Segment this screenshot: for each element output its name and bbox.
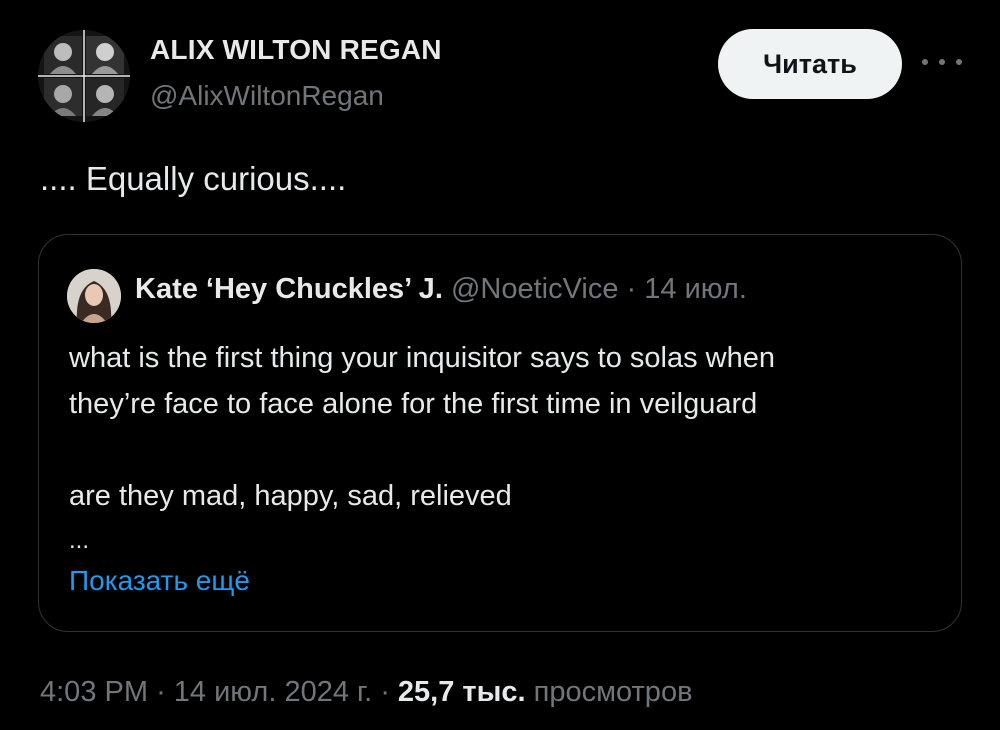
- avatar-image: [38, 30, 130, 122]
- quoted-body-line: what is the first thing your inquisitor …: [69, 342, 775, 374]
- quoted-separator: ·: [626, 273, 637, 305]
- quoted-body-line: are they mad, happy, sad, relieved: [69, 480, 512, 512]
- tweet-metadata: 4:03 PM · 14 июл. 2024 г. · 25,7 тыс. пр…: [40, 676, 692, 709]
- quoted-date[interactable]: 14 июл.: [644, 273, 747, 305]
- quoted-body: what is the first thing your inquisitor …: [69, 335, 949, 519]
- views-count: 25,7 тыс.: [397, 676, 526, 708]
- views-label: просмотров: [533, 676, 693, 708]
- author-avatar[interactable]: [38, 30, 130, 122]
- tweet-time[interactable]: 4:03 PM: [40, 676, 148, 708]
- quoted-header: Kate ‘Hey Chuckles’ J. @NoeticVice · 14 …: [135, 273, 747, 306]
- tweet-text: .... Equally curious....: [40, 160, 347, 197]
- tweet-date[interactable]: 14 июл. 2024 г.: [174, 676, 372, 708]
- follow-button[interactable]: Читать: [718, 29, 902, 99]
- quoted-author-avatar[interactable]: [67, 269, 121, 323]
- meta-separator: ·: [380, 676, 390, 708]
- show-more-link[interactable]: Показать ещё: [69, 565, 250, 597]
- quoted-tweet-card[interactable]: Kate ‘Hey Chuckles’ J. @NoeticVice · 14 …: [38, 234, 962, 632]
- author-name[interactable]: ALIX WILTON REGAN: [150, 34, 442, 66]
- quoted-author-handle[interactable]: @NoeticVice: [451, 273, 619, 305]
- quoted-author-name[interactable]: Kate ‘Hey Chuckles’ J.: [135, 273, 443, 305]
- quoted-body-line: they’re face to face alone for the first…: [69, 388, 758, 420]
- meta-separator: ·: [156, 676, 166, 708]
- quoted-ellipsis: ...: [69, 527, 90, 554]
- more-options-icon[interactable]: [922, 52, 962, 72]
- author-handle[interactable]: @AlixWiltonRegan: [150, 80, 384, 112]
- quoted-avatar-image: [67, 269, 121, 323]
